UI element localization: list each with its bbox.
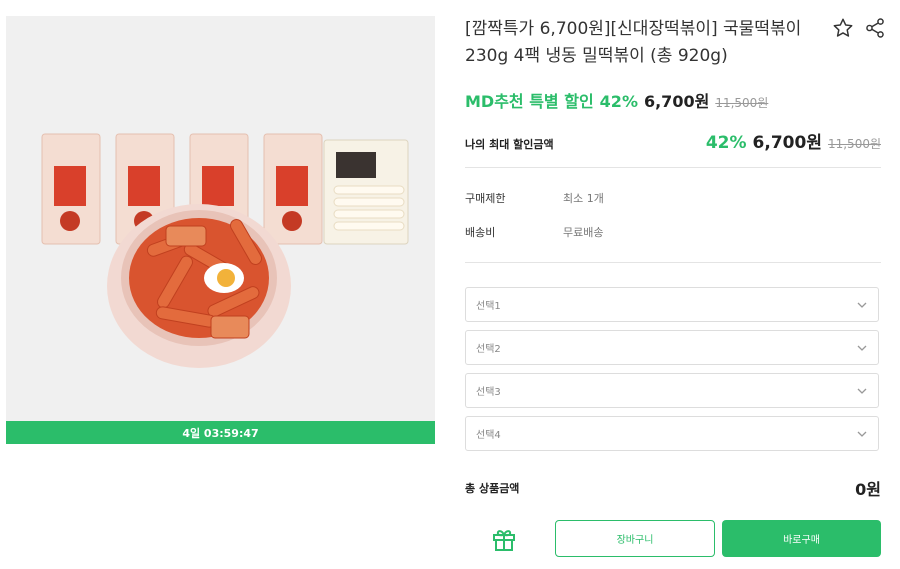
chevron-down-icon (857, 431, 867, 437)
max-original-price: 11,500원 (827, 137, 881, 151)
option-placeholder: 선택4 (476, 430, 501, 441)
divider (465, 262, 881, 263)
meta-value: 최소 1개 (563, 192, 604, 205)
option-select-1[interactable]: 선택1 (465, 287, 879, 322)
max-discount-price: 6,700원 (752, 133, 822, 153)
md-discount-row: MD추천 특별 할인 42% 6,700원 11,500원 (465, 88, 768, 112)
meta-key: 구매제한 (465, 192, 506, 205)
total-label: 총 상품금액 (465, 482, 520, 495)
md-price: 6,700원 (643, 92, 710, 111)
total-value: 0원 (855, 480, 881, 499)
max-discount-row: 나의 최대 할인금액 42% 6,700원 11,500원 (465, 128, 881, 153)
chevron-down-icon (857, 345, 867, 351)
total-row: 총 상품금액 0원 (465, 476, 881, 500)
divider (465, 167, 881, 168)
purchase-actions: 장바구니 바로구매 (465, 520, 881, 557)
sale-timer: 4일 03:59:47 (6, 421, 435, 444)
title-actions (831, 16, 887, 40)
option-select-4[interactable]: 선택4 (465, 416, 879, 451)
meta-key: 배송비 (465, 226, 496, 239)
option-select-3[interactable]: 선택3 (465, 373, 879, 408)
share-icon[interactable] (863, 16, 887, 40)
option-placeholder: 선택1 (476, 301, 501, 312)
meta-value: 무료배송 (563, 226, 604, 239)
md-discount: 42% (599, 92, 638, 111)
max-discount-values: 42% 6,700원 11,500원 (706, 128, 881, 153)
purchase-limit-row: 구매제한 최소 1개 (465, 190, 604, 206)
product-title: [깜짝특가 6,700원][신대장떡볶이] 국물떡볶이 230g 4팩 냉동 밀… (465, 19, 802, 66)
product-gallery: 4일 03:59:47 (6, 16, 435, 444)
add-to-cart-button[interactable]: 장바구니 (555, 520, 715, 557)
option-placeholder: 선택3 (476, 387, 501, 398)
max-discount-label: 나의 최대 할인금액 (465, 138, 554, 151)
tteokbokki-bowl (107, 204, 291, 368)
chevron-down-icon (857, 302, 867, 308)
option-select-2[interactable]: 선택2 (465, 330, 879, 365)
md-original-price: 11,500원 (715, 96, 769, 110)
star-icon[interactable] (831, 16, 855, 40)
product-image (41, 133, 409, 368)
shipping-fee-row: 배송비 무료배송 (465, 224, 603, 240)
gift-icon[interactable] (491, 526, 517, 552)
buy-now-button[interactable]: 바로구매 (722, 520, 881, 557)
chevron-down-icon (857, 388, 867, 394)
option-placeholder: 선택2 (476, 344, 501, 355)
md-label: MD추천 특별 할인 (465, 92, 594, 111)
max-discount-pct: 42% (705, 133, 747, 153)
